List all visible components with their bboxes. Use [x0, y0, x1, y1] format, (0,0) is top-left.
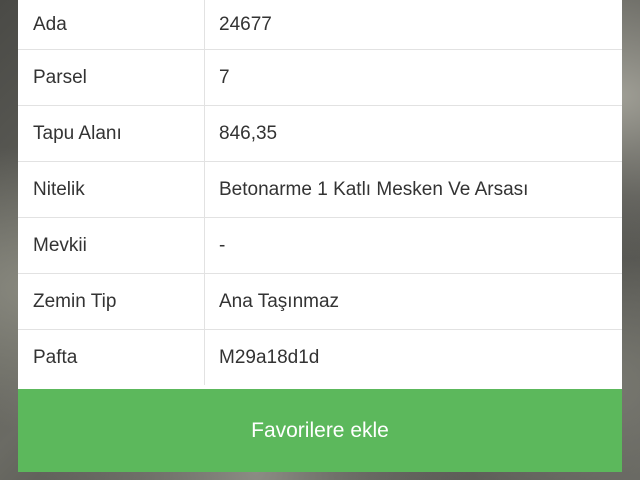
detail-row-parsel: Parsel 7: [18, 49, 622, 106]
property-details-card: Ada 24677 Parsel 7 Tapu Alanı 846,35 Nit…: [18, 0, 622, 472]
detail-value: -: [204, 217, 622, 274]
detail-label: Ada: [18, 0, 205, 50]
detail-row-tapu-alani: Tapu Alanı 846,35: [18, 105, 622, 162]
add-to-favorites-button[interactable]: Favorilere ekle: [18, 389, 622, 472]
detail-value: Ana Taşınmaz: [204, 273, 622, 330]
detail-row-zemin-tip: Zemin Tip Ana Taşınmaz: [18, 273, 622, 330]
detail-label: Zemin Tip: [18, 273, 205, 330]
property-details-table: Ada 24677 Parsel 7 Tapu Alanı 846,35 Nit…: [18, 0, 622, 385]
detail-row-mevkii: Mevkii -: [18, 217, 622, 274]
detail-value: M29a18d1d: [219, 346, 320, 368]
detail-label: Parsel: [18, 49, 205, 106]
detail-value: 846,35: [204, 105, 622, 162]
detail-label: Pafta: [18, 329, 205, 385]
detail-label: Mevkii: [18, 217, 205, 274]
detail-label: Tapu Alanı: [18, 105, 205, 162]
detail-row-pafta: Pafta M29a18d1d: [18, 329, 622, 385]
add-to-favorites-label: Favorilere ekle: [251, 418, 389, 442]
detail-row-nitelik: Nitelik Betonarme 1 Katlı Mesken Ve Arsa…: [18, 161, 622, 218]
detail-value: 24677: [204, 0, 622, 50]
detail-value: Betonarme 1 Katlı Mesken Ve Arsası: [204, 161, 622, 218]
detail-value: 7: [204, 49, 622, 106]
detail-label: Nitelik: [18, 161, 205, 218]
detail-row-ada: Ada 24677: [18, 0, 622, 50]
